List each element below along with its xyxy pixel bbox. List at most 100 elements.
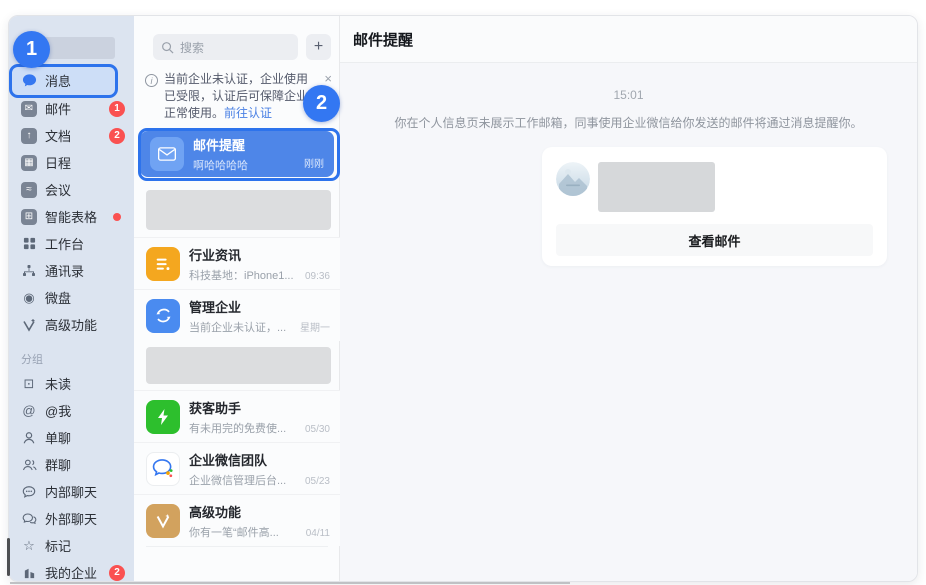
search-input[interactable]: 搜索 <box>153 34 298 60</box>
sidebar-nav: 消息 ✉ 邮件 1 ↑ 文档 2 ▦ 日程 ≈ <box>9 65 134 582</box>
sidebar-item-drive[interactable]: ◉ 微盘 <box>9 284 134 311</box>
manage-company-avatar-icon <box>146 299 180 333</box>
conversation-panel: 邮件提醒 15:01 你在个人信息页未展示工作邮箱，同事使用企业微信给你发送的邮… <box>340 16 917 581</box>
sidebar-item-starred[interactable]: ☆ 标记 <box>9 532 134 559</box>
chat-time: 星期一 <box>300 319 330 334</box>
chat-subtitle: 你有一笔“邮件高... <box>189 524 302 540</box>
sidebar-section-groups: 分组 <box>9 338 134 370</box>
sidebar: 消息 ✉ 邮件 1 ↑ 文档 2 ▦ 日程 ≈ <box>9 16 134 581</box>
sidebar-item-label: 会议 <box>45 180 125 199</box>
sidebar-item-unread[interactable]: ⊡ 未读 <box>9 370 134 397</box>
sidebar-item-label: 邮件 <box>45 99 109 118</box>
star-icon: ☆ <box>21 538 37 554</box>
message-timestamp: 15:01 <box>613 88 643 102</box>
meeting-icon: ≈ <box>21 182 37 198</box>
sidebar-item-direct-chats[interactable]: 单聊 <box>9 424 134 451</box>
advanced-features-avatar-icon <box>146 504 180 538</box>
sidebar-item-group-chats[interactable]: 群聊 <box>9 451 134 478</box>
window-bottom-edge <box>10 582 570 584</box>
annotation-ring-2 <box>138 128 340 181</box>
add-button[interactable]: + <box>306 34 331 60</box>
conversation-title: 邮件提醒 <box>353 29 413 50</box>
chat-title: 高级功能 <box>189 502 302 521</box>
sidebar-item-mail[interactable]: ✉ 邮件 1 <box>9 95 134 122</box>
mail-icon: ✉ <box>21 101 37 117</box>
chat-item-industry-news[interactable]: 行业资讯 科技基地：iPhone1... 09:36 <box>134 237 340 289</box>
wecom-team-avatar-icon <box>146 452 180 486</box>
sidebar-item-smart-table[interactable]: ⊞ 智能表格 <box>9 203 134 230</box>
sidebar-item-internal-chats[interactable]: 内部聊天 <box>9 478 134 505</box>
sidebar-item-label: 日程 <box>45 153 125 172</box>
sidebar-item-label: 智能表格 <box>45 207 113 226</box>
message-area: 15:01 你在个人信息页未展示工作邮箱，同事使用企业微信给你发送的邮件将通过消… <box>340 63 917 581</box>
contacts-icon <box>21 263 37 279</box>
company-icon <box>21 565 37 581</box>
workbench-icon <box>21 236 37 252</box>
wecom-window: 消息 ✉ 邮件 1 ↑ 文档 2 ▦ 日程 ≈ <box>8 15 918 582</box>
sidebar-item-external-chats[interactable]: 外部聊天 <box>9 505 134 532</box>
chat-time: 05/30 <box>305 424 330 435</box>
chat-subtitle: 科技基地：iPhone1... <box>189 267 301 283</box>
sidebar-item-label: 内部聊天 <box>45 482 125 501</box>
unread-filter-icon: ⊡ <box>21 376 37 392</box>
chat-subtitle: 当前企业未认证，... <box>189 319 296 335</box>
chat-item-lead-assistant[interactable]: 获客助手 有未用完的免费使... 05/30 <box>134 390 340 442</box>
conversation-header: 邮件提醒 <box>340 16 917 63</box>
search-icon <box>161 41 174 54</box>
chat-time: 04/11 <box>306 528 330 539</box>
chat-title: 行业资讯 <box>189 245 301 264</box>
sidebar-item-label: 外部聊天 <box>45 509 125 528</box>
sidebar-item-calendar[interactable]: ▦ 日程 <box>9 149 134 176</box>
view-mail-button[interactable]: 查看邮件 <box>556 224 873 256</box>
sidebar-item-mentions[interactable]: @ @我 <box>9 397 134 424</box>
advanced-features-icon <box>21 317 37 333</box>
sidebar-item-meeting[interactable]: ≈ 会议 <box>9 176 134 203</box>
sender-avatar <box>556 162 590 196</box>
chat-title: 企业微信团队 <box>189 450 301 469</box>
drive-icon: ◉ <box>21 290 37 306</box>
sidebar-item-contacts[interactable]: 通讯录 <box>9 257 134 284</box>
chat-dots-icon <box>21 484 37 500</box>
calendar-icon: ▦ <box>21 155 37 171</box>
sidebar-item-label: 工作台 <box>45 234 125 253</box>
mail-message-card: 查看邮件 <box>542 147 887 266</box>
chat-item-wecom-team[interactable]: 企业微信团队 企业微信管理后台... 05/23 <box>134 442 340 494</box>
chat-subtitle: 企业微信管理后台... <box>189 472 301 488</box>
redacted-chat-item <box>146 190 331 230</box>
chat-time: 09:36 <box>305 271 330 282</box>
annotation-ring-1 <box>9 64 118 98</box>
sidebar-item-my-company[interactable]: 我的企业 2 <box>9 559 134 582</box>
red-dot-badge <box>113 213 121 221</box>
sidebar-item-advanced[interactable]: 高级功能 <box>9 311 134 338</box>
person-icon <box>21 430 37 446</box>
sidebar-item-label: 单聊 <box>45 428 125 447</box>
redacted-chat-item <box>146 347 331 384</box>
smart-table-icon: ⊞ <box>21 209 37 225</box>
sidebar-item-label: 标记 <box>45 536 125 555</box>
close-icon[interactable]: × <box>324 71 332 86</box>
at-icon: @ <box>21 403 37 419</box>
search-placeholder: 搜索 <box>180 39 204 56</box>
chat-subtitle: 有未用完的免费使... <box>189 420 301 436</box>
sidebar-item-docs[interactable]: ↑ 文档 2 <box>9 122 134 149</box>
chat-item-manage-company[interactable]: 管理企业 当前企业未认证，... 星期一 <box>134 289 340 341</box>
sidebar-item-label: 我的企业 <box>45 563 109 582</box>
chat-title: 管理企业 <box>189 297 296 316</box>
redacted-sender-info <box>598 162 715 212</box>
section-label: 分组 <box>21 351 125 367</box>
annotation-badge-2: 2 <box>303 85 340 122</box>
two-bubbles-icon <box>21 511 37 527</box>
chat-title: 获客助手 <box>189 398 301 417</box>
sidebar-item-workbench[interactable]: 工作台 <box>9 230 134 257</box>
info-icon: i <box>145 74 158 87</box>
scrollbar-thumb[interactable] <box>7 538 10 576</box>
unread-badge: 2 <box>109 565 125 581</box>
sidebar-item-label: 微盘 <box>45 288 125 307</box>
divider <box>146 546 328 547</box>
chat-item-advanced-features[interactable]: 高级功能 你有一笔“邮件高... 04/11 <box>134 494 340 546</box>
sidebar-item-label: 高级功能 <box>45 315 125 334</box>
sidebar-item-label: @我 <box>45 401 125 420</box>
verify-link[interactable]: 前往认证 <box>224 106 272 120</box>
sidebar-item-label: 通讯录 <box>45 261 125 280</box>
sidebar-item-label: 未读 <box>45 374 125 393</box>
